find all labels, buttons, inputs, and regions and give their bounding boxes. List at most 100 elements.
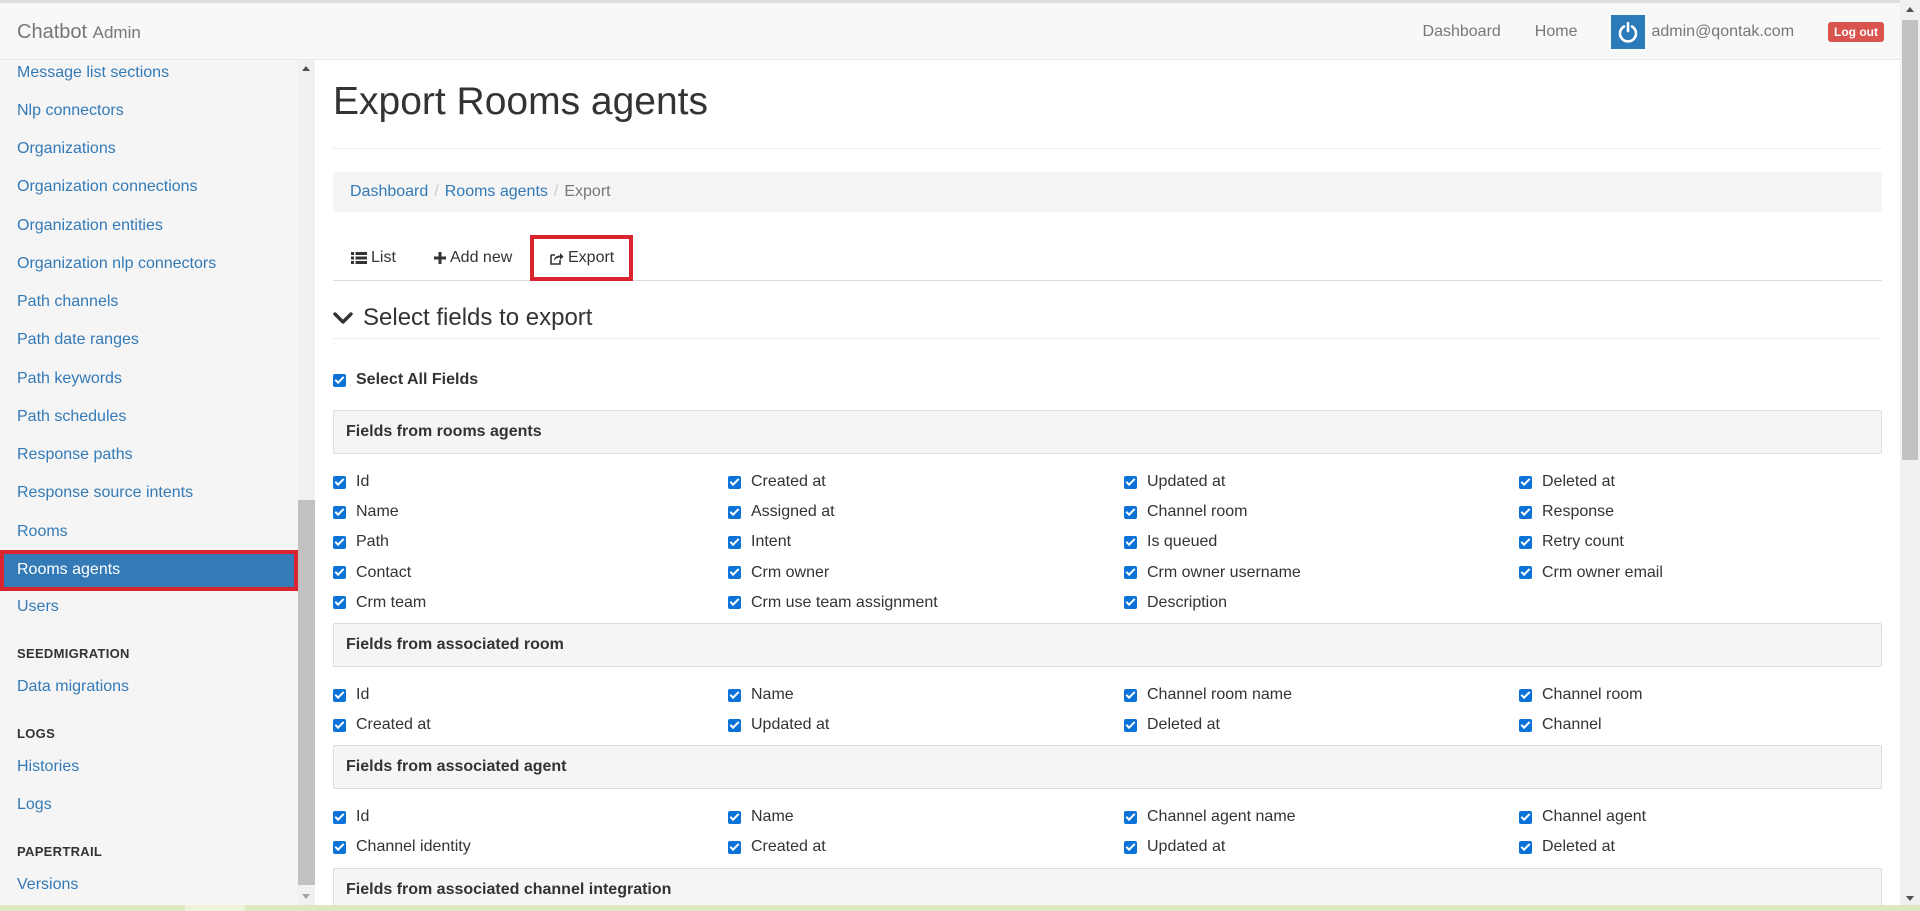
sidebar-item-organization-connections[interactable]: Organization connections xyxy=(17,178,198,196)
nav-home-link[interactable]: Home xyxy=(1535,23,1578,41)
field-checkbox[interactable] xyxy=(728,475,741,489)
field-checkbox-item[interactable]: Channel agent name xyxy=(1124,808,1296,826)
sidebar-item-message-list-sections[interactable]: Message list sections xyxy=(17,64,169,82)
field-checkbox-item[interactable]: Name xyxy=(728,686,794,704)
field-checkbox[interactable] xyxy=(333,810,346,824)
sidebar-item-histories[interactable]: Histories xyxy=(17,758,79,776)
field-checkbox-item[interactable]: Created at xyxy=(333,716,431,734)
sidebar-item-organization-entities[interactable]: Organization entities xyxy=(17,217,163,235)
field-checkbox[interactable] xyxy=(728,566,741,580)
user-menu[interactable]: admin@qontak.com xyxy=(1611,14,1794,49)
field-checkbox-item[interactable]: Path xyxy=(333,533,389,551)
section-toggle[interactable]: Select fields to export xyxy=(333,304,592,332)
sidebar-item-response-paths[interactable]: Response paths xyxy=(17,446,133,464)
field-checkbox[interactable] xyxy=(728,718,741,732)
select-all-checkbox[interactable] xyxy=(333,373,346,387)
user-email[interactable]: admin@qontak.com xyxy=(1651,23,1794,41)
field-checkbox[interactable] xyxy=(333,718,346,732)
field-checkbox[interactable] xyxy=(1519,688,1532,702)
field-checkbox[interactable] xyxy=(1519,475,1532,489)
field-checkbox-item[interactable]: Deleted at xyxy=(1124,716,1220,734)
field-checkbox[interactable] xyxy=(1124,475,1137,489)
field-checkbox-item[interactable]: Crm owner xyxy=(728,564,829,582)
avatar[interactable] xyxy=(1611,14,1646,49)
field-checkbox-item[interactable]: Channel xyxy=(1519,716,1602,734)
sidebar-item-versions[interactable]: Versions xyxy=(17,876,78,894)
field-checkbox-item[interactable]: Crm use team assignment xyxy=(728,594,938,612)
field-checkbox[interactable] xyxy=(1124,688,1137,702)
sidebar-scrollbar[interactable] xyxy=(298,60,315,905)
nav-dashboard-link[interactable]: Dashboard xyxy=(1423,23,1501,41)
field-checkbox-item[interactable]: Deleted at xyxy=(1519,838,1615,856)
sidebar-item-data-migrations[interactable]: Data migrations xyxy=(17,678,129,696)
field-checkbox[interactable] xyxy=(333,505,346,519)
field-checkbox[interactable] xyxy=(1124,840,1137,854)
field-checkbox[interactable] xyxy=(1519,718,1532,732)
field-checkbox-item[interactable]: Updated at xyxy=(1124,838,1225,856)
field-checkbox[interactable] xyxy=(1124,596,1137,610)
field-checkbox-item[interactable]: Intent xyxy=(728,533,791,551)
field-checkbox[interactable] xyxy=(1519,810,1532,824)
sidebar-item-path-channels[interactable]: Path channels xyxy=(17,293,118,311)
field-checkbox-item[interactable]: Id xyxy=(333,686,369,704)
field-checkbox-item[interactable]: Crm owner email xyxy=(1519,564,1663,582)
field-checkbox[interactable] xyxy=(1519,535,1532,549)
field-checkbox[interactable] xyxy=(728,535,741,549)
field-checkbox-item[interactable]: Name xyxy=(333,503,399,521)
field-checkbox-item[interactable]: Name xyxy=(728,808,794,826)
field-checkbox-item[interactable]: Channel room xyxy=(1519,686,1643,704)
brand-title[interactable]: Chatbot xyxy=(17,21,87,43)
field-checkbox-item[interactable]: Updated at xyxy=(728,716,829,734)
sidebar-item-path-keywords[interactable]: Path keywords xyxy=(17,370,122,388)
breadcrumb-rooms-agents[interactable]: Rooms agents xyxy=(445,183,548,201)
sidebar-item-path-date-ranges[interactable]: Path date ranges xyxy=(17,331,139,349)
tab-add-new[interactable]: Add new xyxy=(434,235,512,281)
field-checkbox[interactable] xyxy=(1124,566,1137,580)
sidebar-item-nlp-connectors[interactable]: Nlp connectors xyxy=(17,102,124,120)
field-checkbox[interactable] xyxy=(1124,718,1137,732)
field-checkbox-item[interactable]: Is queued xyxy=(1124,533,1217,551)
field-checkbox[interactable] xyxy=(1124,505,1137,519)
field-checkbox[interactable] xyxy=(333,535,346,549)
scroll-up-arrow-icon[interactable] xyxy=(1906,7,1914,12)
page-scrollbar-thumb[interactable] xyxy=(1902,20,1918,460)
field-checkbox[interactable] xyxy=(333,475,346,489)
field-checkbox[interactable] xyxy=(333,840,346,854)
field-checkbox[interactable] xyxy=(728,810,741,824)
breadcrumb-dashboard[interactable]: Dashboard xyxy=(350,183,428,201)
sidebar-item-rooms[interactable]: Rooms xyxy=(17,523,68,541)
field-checkbox[interactable] xyxy=(1124,535,1137,549)
field-checkbox[interactable] xyxy=(1519,840,1532,854)
page-scrollbar[interactable] xyxy=(1900,0,1920,905)
field-checkbox[interactable] xyxy=(333,688,346,702)
field-checkbox[interactable] xyxy=(728,505,741,519)
field-checkbox-item[interactable]: Channel room xyxy=(1124,503,1248,521)
field-checkbox-item[interactable]: Id xyxy=(333,473,369,491)
field-checkbox-item[interactable]: Contact xyxy=(333,564,411,582)
scroll-down-arrow-icon[interactable] xyxy=(302,894,310,899)
sidebar-item-users[interactable]: Users xyxy=(17,598,59,616)
logout-button[interactable]: Log out xyxy=(1828,21,1884,42)
sidebar-scrollbar-thumb[interactable] xyxy=(298,500,315,885)
tab-list[interactable]: List xyxy=(351,235,396,281)
tab-export[interactable]: Export xyxy=(530,235,634,281)
field-checkbox-item[interactable]: Crm team xyxy=(333,594,426,612)
field-checkbox[interactable] xyxy=(333,566,346,580)
field-checkbox[interactable] xyxy=(333,596,346,610)
field-checkbox-item[interactable]: Channel agent xyxy=(1519,808,1646,826)
sidebar-item-organization-nlp-connectors[interactable]: Organization nlp connectors xyxy=(17,255,216,273)
field-checkbox-item[interactable]: Created at xyxy=(728,473,826,491)
field-checkbox[interactable] xyxy=(1519,505,1532,519)
field-checkbox[interactable] xyxy=(1519,566,1532,580)
field-checkbox-item[interactable]: Channel room name xyxy=(1124,686,1292,704)
sidebar-item-logs[interactable]: Logs xyxy=(17,796,52,814)
brand-subtitle[interactable]: Admin xyxy=(93,23,141,42)
select-all-fields[interactable]: Select All Fields xyxy=(333,371,478,389)
scroll-down-arrow-icon[interactable] xyxy=(1906,896,1914,901)
sidebar-item-organizations[interactable]: Organizations xyxy=(17,140,116,158)
brand[interactable]: Chatbot Admin xyxy=(17,21,141,44)
scroll-up-arrow-icon[interactable] xyxy=(302,66,310,71)
field-checkbox-item[interactable]: Id xyxy=(333,808,369,826)
field-checkbox[interactable] xyxy=(728,840,741,854)
field-checkbox-item[interactable]: Channel identity xyxy=(333,838,471,856)
